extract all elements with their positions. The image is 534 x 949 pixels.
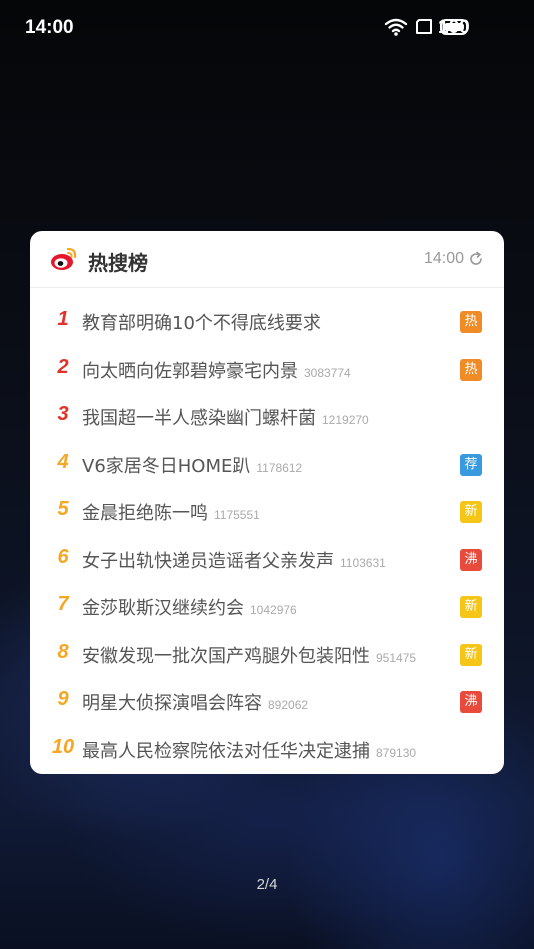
- status-time: 14:00: [25, 17, 74, 38]
- weibo-logo-icon: [50, 246, 78, 272]
- badge-new: 新: [460, 596, 482, 618]
- list-item[interactable]: 2 向太晒向佐郭碧婷豪宅内景 3083774 热: [30, 346, 504, 394]
- item-text: 安徽发现一批次国产鸡腿外包装阳性 951475: [82, 642, 452, 668]
- list-item[interactable]: 10 最高人民检察院依法对任华决定逮捕 879130: [30, 726, 504, 774]
- item-title: 最高人民检察院依法对任华决定逮捕: [82, 740, 370, 762]
- badge-recommend: 荐: [460, 453, 482, 476]
- rank-number: 8: [57, 640, 69, 663]
- list-item[interactable]: 8 安徽发现一批次国产鸡腿外包装阳性 951475 新: [30, 631, 504, 679]
- rank-number: 3: [57, 403, 69, 425]
- list-item[interactable]: 9 明星大侦探演唱会阵容 892062 沸: [30, 678, 504, 726]
- item-count: 1178612: [256, 460, 303, 475]
- rank-number: 5: [57, 498, 69, 520]
- widget-time: 14:00: [423, 250, 464, 267]
- hot-search-list: 1 教育部明确10个不得底线要求热 2 向太晒向佐郭碧婷豪宅内景 3083774 热 3 我国…: [30, 298, 504, 773]
- item-title: 明星大侦探演唱会阵容: [82, 693, 262, 714]
- item-count: 1175551: [214, 508, 260, 522]
- rank-number: 4: [57, 450, 69, 473]
- item-text: 明星大侦探演唱会阵容 892062: [82, 689, 452, 715]
- widget-title: 热搜榜: [88, 251, 148, 275]
- battery-level: 100: [438, 17, 470, 38]
- rank-number: 1: [57, 308, 69, 330]
- refresh-icon[interactable]: [468, 251, 484, 267]
- list-item[interactable]: 3 我国超一半人感染幽门螺杆菌 1219270: [30, 393, 504, 441]
- item-title: V6家居冬日HOME趴: [82, 455, 251, 477]
- hot-search-widget[interactable]: 热搜榜 14:00 1 教育部明确10个不得底线要求热 2 向太晒向佐郭碧婷豪宅内景 3…: [30, 231, 504, 774]
- rank-number: 9: [57, 688, 69, 710]
- item-text: 向太晒向佐郭碧婷豪宅内景 3083774: [82, 357, 452, 383]
- item-count: 1042976: [250, 603, 297, 617]
- item-text: 金莎耿斯汉继续约会 1042976: [82, 594, 452, 620]
- item-count: 892062: [268, 698, 309, 712]
- item-count: 3083774: [304, 365, 351, 380]
- wifi-icon: [384, 17, 408, 41]
- item-text: 金晨拒绝陈一鸣 1175551: [82, 499, 452, 525]
- badge-new: 新: [460, 501, 482, 523]
- list-item[interactable]: 5 金晨拒绝陈一鸣 1175551 新: [30, 488, 504, 536]
- status-bar: 14:00 100: [0, 0, 534, 56]
- rank-number: 6: [57, 545, 69, 568]
- list-item[interactable]: 6 女子出轨快递员造谣者父亲发声 1103631 沸: [30, 536, 504, 584]
- item-text: 我国超一半人感染幽门螺杆菌 1219270: [82, 404, 452, 430]
- screen-icon: [414, 18, 434, 40]
- rank-number: 10: [51, 735, 75, 758]
- list-item[interactable]: 4 V6家居冬日HOME趴 1178612 荐: [30, 441, 504, 489]
- page-indicator: 2/4: [256, 876, 278, 893]
- item-title: 金莎耿斯汉继续约会: [82, 598, 244, 619]
- item-title: 女子出轨快递员造谣者父亲发声: [82, 550, 334, 572]
- badge-hot: 热: [460, 311, 482, 333]
- item-text: V6家居冬日HOME趴 1178612: [82, 452, 452, 478]
- item-count: 879130: [376, 745, 417, 760]
- rank-number: 7: [57, 593, 69, 615]
- item-count: 1103631: [340, 555, 386, 570]
- list-item[interactable]: 1 教育部明确10个不得底线要求 热: [30, 298, 504, 346]
- item-text: 教育部明确10个不得底线要求: [82, 309, 452, 335]
- badge-hot: 热: [460, 358, 482, 381]
- item-count: 951475: [376, 650, 417, 665]
- item-count: 1219270: [322, 413, 369, 427]
- badge-new: 新: [460, 643, 482, 666]
- rank-number: 2: [57, 355, 69, 378]
- item-title: 安徽发现一批次国产鸡腿外包装阳性: [82, 645, 370, 667]
- item-text: 女子出轨快递员造谣者父亲发声 1103631: [82, 547, 452, 573]
- item-title: 金晨拒绝陈一鸣: [82, 503, 208, 524]
- badge-boil: 沸: [460, 548, 482, 571]
- item-text: 最高人民检察院依法对任华决定逮捕 879130: [82, 737, 452, 763]
- list-item[interactable]: 7 金莎耿斯汉继续约会 1042976 新: [30, 583, 504, 631]
- item-title: 教育部明确10个不得底线要求: [82, 313, 321, 334]
- item-title: 我国超一半人感染幽门螺杆菌: [82, 408, 316, 429]
- widget-header: 热搜榜 14:00: [30, 231, 504, 288]
- item-title: 向太晒向佐郭碧婷豪宅内景: [82, 360, 298, 382]
- badge-boil: 沸: [460, 691, 482, 713]
